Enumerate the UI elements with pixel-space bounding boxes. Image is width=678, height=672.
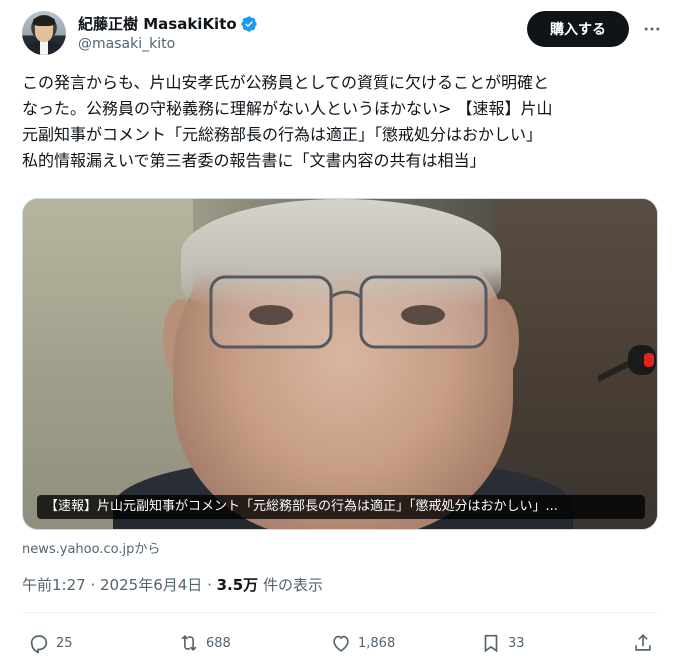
more-icon[interactable] (640, 19, 664, 39)
share-button[interactable] (632, 630, 654, 656)
verified-badge-icon (240, 15, 258, 33)
author-display-name[interactable]: 紀藤正樹 MasakiKito (78, 13, 237, 34)
source-link[interactable]: news.yahoo.co.jpから (22, 538, 160, 557)
bookmark-icon (484, 634, 498, 653)
tweet-time[interactable]: 午前1:27 (22, 576, 86, 594)
bookmark-count: 33 (508, 635, 525, 651)
tweet-meta: 午前1:27 · 2025年6月4日 · 3.5万 件の表示 (22, 574, 323, 595)
repost-button[interactable]: 688 (178, 630, 231, 656)
tweet-text-line: この発言からも、片山安孝氏が公務員としての資質に欠けることが明確と (22, 73, 550, 92)
tweet-text: この発言からも、片山安孝氏が公務員としての資質に欠けることが明確と なった。公務… (22, 70, 662, 174)
tweet-text-line: なった。公務員の守秘義務に理解がない人というほかない> 【速報】片山 (22, 99, 553, 118)
tweet-card: 紀藤正樹 MasakiKito @masaki_kito 購入する この発言から… (0, 0, 678, 672)
reply-count: 25 (56, 635, 73, 651)
author-name-row[interactable]: 紀藤正樹 MasakiKito (78, 13, 258, 34)
like-icon (333, 635, 349, 652)
avatar-hair (33, 16, 55, 26)
reply-icon (30, 635, 48, 654)
tweet-text-line: 私的情報漏えいで第三者委の報告書に「文書内容の共有は相当」 (22, 151, 486, 170)
link-card-image[interactable]: 【速報】片山元副知事がコメント「元総務部長の行為は適正」「懲戒処分はおかしい」.… (22, 198, 658, 530)
avatar-shirt (40, 41, 48, 55)
bookmark-button[interactable]: 33 (480, 630, 525, 656)
meta-separator: · (90, 576, 101, 594)
divider (22, 612, 658, 613)
author-handle[interactable]: @masaki_kito (78, 36, 175, 52)
buy-button[interactable]: 購入する (527, 11, 629, 47)
meta-separator: · (207, 576, 217, 594)
microphone (598, 345, 656, 382)
media-caption: 【速報】片山元副知事がコメント「元総務部長の行為は適正」「懲戒処分はおかしい」.… (37, 495, 645, 519)
views-count: 3.5万 (216, 576, 259, 594)
share-icon (635, 634, 651, 651)
repost-count: 688 (206, 635, 231, 651)
glasses (209, 275, 488, 349)
like-count: 1,868 (358, 635, 396, 651)
like-button[interactable]: 1,868 (330, 630, 395, 656)
views-label: 件の表示 (262, 576, 323, 594)
repost-icon (181, 634, 197, 652)
reply-button[interactable]: 25 (28, 630, 73, 656)
avatar[interactable] (22, 11, 66, 55)
tweet-text-line: 元副知事がコメント「元総務部長の行為は適正」「懲戒処分はおかしい」 (22, 125, 543, 144)
tweet-date[interactable]: 2025年6月4日 (100, 576, 202, 594)
